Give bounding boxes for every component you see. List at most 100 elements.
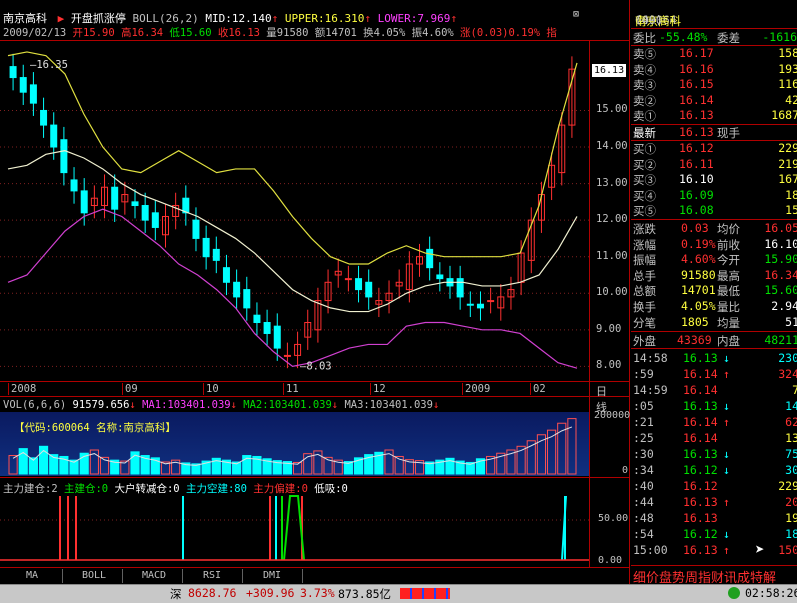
tab-macd[interactable]: MACD — [134, 570, 174, 584]
candle-body — [233, 281, 241, 298]
boll-upper: UPPER:16.310 — [284, 12, 365, 25]
candle-body — [202, 237, 210, 258]
boll-label: BOLL(26,2) — [132, 12, 199, 25]
price-tick-label: 14.00 — [596, 140, 628, 153]
quote-count: (49) — [635, 13, 663, 27]
candle-body — [80, 190, 88, 214]
candle-body — [70, 179, 78, 192]
x-tick-label: 02 — [530, 383, 546, 395]
price-tick-label: 8.00 — [596, 359, 622, 372]
status-change: +309.96 — [246, 586, 295, 600]
vol-value: 91579.656 — [72, 399, 130, 411]
ask-row: 卖③ 16.15 116 — [633, 77, 797, 93]
price-tick-label: 12.00 — [596, 213, 628, 226]
info-open: 开15.90 — [72, 27, 115, 39]
bid-row: 买④ 16.09 18 — [633, 187, 797, 203]
tab-dmi[interactable]: DMI — [254, 570, 290, 584]
candle-body — [436, 274, 444, 280]
tick-row: :21 16.14 ↑ 62 — [633, 415, 797, 429]
tick-row: :40 16.12 229 — [633, 479, 797, 493]
chart-close-icon[interactable]: ⊠ — [573, 9, 579, 20]
price-tick-label: 15.00 — [596, 103, 628, 116]
status-index: 8628.76 — [188, 586, 237, 600]
status-amount: 873.85亿 — [338, 587, 392, 601]
chart-header: 南京高科 ▶ 开盘抓涨停 BOLL(26,2) MID:12.140↑ UPPE… — [3, 12, 458, 25]
price-tick-label: 13.00 — [596, 176, 628, 189]
price-tick-label: 11.00 — [596, 249, 628, 262]
x-axis: 2008 09 10 11 12 2009 02 — [0, 382, 589, 396]
bid-row: 买⑤ 16.08 15 — [633, 203, 797, 219]
candle-body — [344, 278, 352, 281]
candle-body — [426, 248, 434, 269]
info-date: 2009/02/13 — [3, 27, 67, 39]
info-more: 指 — [546, 27, 557, 39]
indicator-chart[interactable] — [0, 494, 589, 566]
connection-icon[interactable] — [728, 587, 740, 599]
info-turnover: 换4.05% — [363, 27, 406, 39]
ask-row: 卖④ 16.16 193 — [633, 61, 797, 77]
candle-body — [487, 300, 495, 303]
tab-ma[interactable]: MA — [14, 570, 50, 584]
tick-row: :44 16.13 ↑ 20 — [633, 495, 797, 509]
boll-mid-line — [7, 150, 578, 313]
vol-label: VOL(6,6,6) — [3, 399, 67, 411]
x-tick-label: 12 — [370, 383, 386, 395]
candle-body — [111, 186, 119, 210]
stat-row: 总手 91580 最高 16.34 — [633, 267, 797, 283]
boll-lower-line — [7, 208, 578, 369]
info-low: 低15.60 — [169, 27, 212, 39]
tick-row: :30 16.13 ↓ 75 — [633, 447, 797, 461]
candle-body — [29, 84, 37, 104]
info-close: 收16.13 — [217, 27, 260, 39]
weibi-row: 委比 -55.48% 委差 -1616 — [633, 30, 797, 45]
x-tick-label: 10 — [203, 383, 219, 395]
vol-axis-bottom: 0 — [622, 465, 629, 476]
indicator-name[interactable]: 开盘抓涨停 — [71, 12, 126, 25]
mouse-cursor-icon: ➤ — [755, 540, 765, 559]
status-time: 02:58:26 — [745, 586, 797, 600]
tick-row: 15:00 16.13 ↑ 150 — [633, 543, 797, 557]
ind-axis-top: 50.00 — [598, 513, 629, 524]
info-high: 高16.34 — [120, 27, 164, 39]
price-chart[interactable]: —16.35 —8.03 — [0, 41, 589, 381]
candle-body — [212, 248, 220, 261]
candle-body — [263, 322, 271, 334]
outer-inner-row: 外盘 43369 内盘 48211 — [633, 333, 797, 348]
status-pct: 3.73% — [300, 586, 335, 600]
status-content: 深 8628.76 +309.96 3.73% 873.85亿 02:58:26 — [0, 586, 797, 602]
tab-boll[interactable]: BOLL — [74, 570, 114, 584]
candle-body — [151, 212, 159, 228]
stat-row: 振幅 4.60% 今开 15.90 — [633, 252, 797, 268]
stat-row: 总额 14701 最低 15.60 — [633, 283, 797, 299]
chart-area[interactable]: 南京高科 ▶ 开盘抓涨停 BOLL(26,2) MID:12.140↑ UPPE… — [0, 0, 630, 602]
candle-body — [60, 139, 68, 174]
candle-body — [355, 278, 363, 291]
x-tick-label: 2008 — [8, 383, 36, 395]
vol-ma2: MA2:103401.039 — [243, 399, 332, 411]
stock-name: 南京高科 — [3, 12, 47, 25]
candle-body — [222, 267, 230, 283]
candle-body — [141, 205, 149, 221]
play-arrow-icon[interactable]: ▶ — [58, 12, 65, 25]
status-market: 深 — [170, 587, 182, 601]
candle-body — [243, 289, 251, 309]
chart-info-bar: 2009/02/13 开15.90 高16.34 低15.60 收16.13 量… — [3, 25, 557, 40]
stat-row: 换手 4.05% 量比 2.94 — [633, 299, 797, 314]
tick-row: :54 16.12 ↓ 18 — [633, 527, 797, 541]
last-price-row: 最新 16.13 现手 — [633, 125, 740, 140]
candle-body — [476, 303, 484, 309]
price-axis: 15.00 14.00 13.00 12.00 11.00 10.00 9.00 8.00 — [590, 41, 630, 381]
candle-body — [50, 124, 58, 148]
tick-row: :25 16.14 13 — [633, 431, 797, 445]
boll-mid: MID:12.140 — [205, 12, 272, 25]
tab-rsi[interactable]: RSI — [194, 570, 230, 584]
bid-row: 买① 16.12 229 — [633, 141, 797, 156]
candle-body — [192, 219, 200, 239]
x-tick-label: 2009 — [462, 383, 490, 395]
bid-row: 买② 16.11 219 — [633, 156, 797, 172]
tick-row: :59 16.14 ↑ 324 — [633, 367, 797, 381]
price-tick-label: 10.00 — [596, 286, 628, 299]
tick-row: :34 16.12 ↓ 30 — [633, 463, 797, 477]
ask-row: 卖⑤ 16.17 158 — [633, 46, 797, 61]
info-amplitude: 振4.60% — [411, 27, 454, 39]
